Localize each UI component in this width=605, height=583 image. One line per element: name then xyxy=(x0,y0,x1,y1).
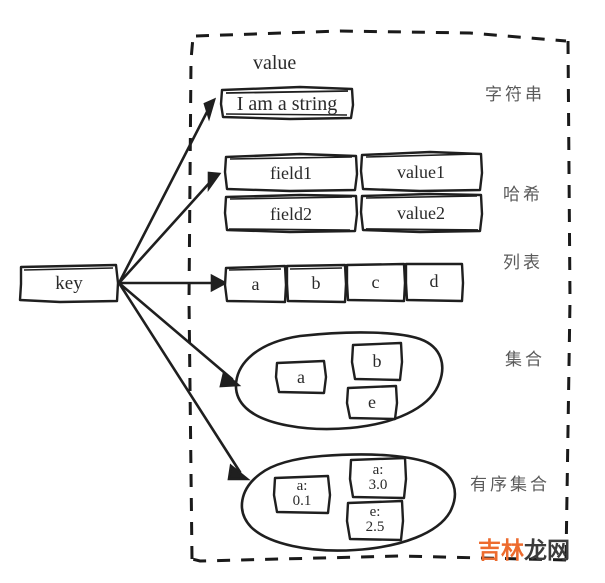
sorted-set-cell-2: e: 2.5 xyxy=(365,504,385,535)
watermark-part-2: 龙网 xyxy=(524,538,570,564)
hash-row-0-field: field1 xyxy=(270,163,312,183)
list-cell-0: a xyxy=(251,274,260,294)
list-cell-3: d xyxy=(429,271,439,291)
set-cell-2: e xyxy=(368,392,376,412)
key-box-label: key xyxy=(55,273,83,294)
diagram-canvas: value key I am a string field1 value1 fi… xyxy=(0,0,605,583)
set-cell-1: b xyxy=(372,351,382,371)
set-ellipse-shape xyxy=(234,331,444,431)
string-cell-0: I am a string xyxy=(236,92,338,115)
hash-row-1-value: value2 xyxy=(397,203,445,223)
hash-row-0-value: value1 xyxy=(397,162,445,182)
sorted-set-cell-0: a: 0.1 xyxy=(292,478,312,509)
list-cell-2: c xyxy=(371,272,380,292)
list-cell-1: b xyxy=(311,273,321,293)
watermark: 吉林龙网 xyxy=(478,531,570,565)
sorted-set-cell-1: a: 3.0 xyxy=(368,461,388,493)
set-cell-0: a xyxy=(297,366,305,387)
arrow-to-string xyxy=(117,108,210,285)
hash-row-1-field: field2 xyxy=(270,204,312,224)
arrow-to-set xyxy=(117,281,234,381)
watermark-part-1: 吉林 xyxy=(478,538,524,564)
